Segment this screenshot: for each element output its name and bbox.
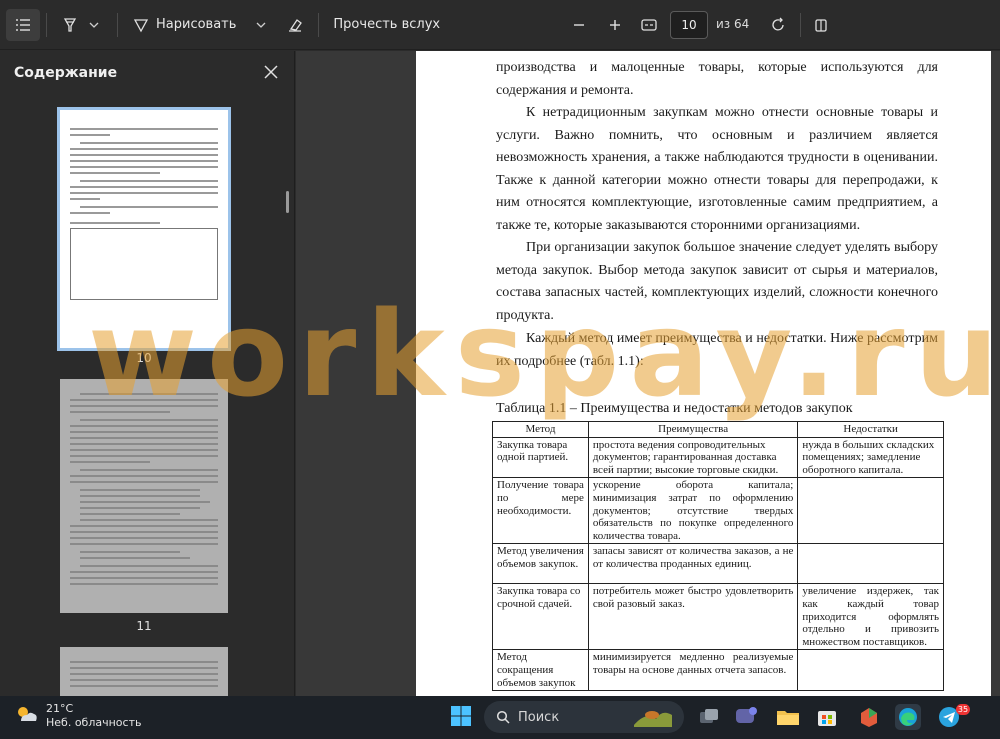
separator: [117, 12, 118, 37]
chevron-down-icon[interactable]: [85, 16, 103, 34]
table-cell: Метод увеличения объемов закупок.: [492, 543, 589, 585]
plus-icon: [606, 16, 624, 34]
draw-button[interactable]: Нарисовать: [124, 9, 278, 41]
task-view-icon: [700, 709, 718, 723]
table-cell: минимизируется медленно реализуемые това…: [587, 649, 799, 692]
list-icon: [14, 16, 32, 34]
table-cell: [797, 543, 944, 585]
store-button[interactable]: [814, 704, 840, 730]
table-header-cell: Недостатки: [797, 421, 944, 438]
table-row: Закупка товара со срочной сдачей. потреб…: [492, 583, 944, 651]
page-thumbnail-10[interactable]: [57, 107, 231, 351]
file-explorer-button[interactable]: [775, 704, 801, 730]
page-thumbnail-12[interactable]: [60, 647, 228, 696]
minus-icon: [570, 16, 588, 34]
table-cell: простота ведения сопроводительных докуме…: [587, 436, 799, 479]
paragraph: производства и малоценные товары, которы…: [496, 60, 938, 98]
table-cell: Метод сокращения объемов закупок: [492, 649, 589, 692]
document-page: производства и малоценные товары, которы…: [416, 51, 991, 696]
table-row: Метод увеличения объемов закупок. запасы…: [492, 543, 944, 585]
page-thumbnail-label: 11: [136, 619, 152, 633]
table-cell: ускорение оборота капитала; минимизация …: [587, 477, 799, 545]
highlighter-icon: [61, 16, 79, 34]
draw-label: Нарисовать: [156, 17, 237, 32]
office-icon: [861, 708, 877, 727]
rotate-icon: [770, 16, 788, 34]
table-caption: Таблица 1.1 – Преимущества и недостатки …: [496, 401, 853, 416]
table-header-row: Метод Преимущества Недостатки: [492, 421, 944, 438]
fit-page-button[interactable]: [632, 9, 666, 41]
highlight-button[interactable]: [53, 9, 111, 41]
edge-browser-button[interactable]: [895, 704, 921, 730]
table-row: Закупка товара одной партией. простота в…: [492, 436, 944, 479]
start-button[interactable]: [449, 704, 475, 730]
rotate-button[interactable]: [762, 9, 796, 41]
toolbar: Нарисовать Прочесть вслух 10 из 64: [0, 0, 1000, 50]
taskbar-search[interactable]: Поиск: [484, 701, 684, 733]
zoom-in-button[interactable]: [598, 9, 632, 41]
contents-sidebar: Содержание 10 11: [0, 51, 295, 696]
read-aloud-button[interactable]: Прочесть вслух: [325, 9, 448, 41]
separator: [800, 13, 801, 37]
separator: [318, 12, 320, 37]
chat-icon: [736, 707, 757, 723]
edge-icon: [899, 708, 917, 726]
paragraph: К нетрадиционным закупкам можно отнести …: [496, 105, 938, 233]
weather-icon: [14, 703, 38, 729]
page-count: из 64: [716, 17, 750, 31]
page-thumbnail-label: 10: [136, 351, 152, 365]
page-thumbnail-11[interactable]: [60, 379, 228, 613]
methods-table: Метод Преимущества Недостатки Закупка то…: [492, 421, 944, 692]
table-cell: [797, 477, 944, 545]
table-cell: нужда в больших складских помещениях; за…: [797, 436, 944, 479]
search-highlight-icon: [632, 705, 674, 733]
chat-app-button[interactable]: [733, 704, 759, 730]
table-cell: Получение товара по мере необходимости.: [492, 477, 589, 545]
weather-description: Неб. облачность: [46, 716, 142, 729]
office-app-button[interactable]: [856, 704, 882, 730]
table-cell: [797, 649, 944, 692]
search-icon: [496, 710, 510, 724]
eraser-button[interactable]: [278, 9, 312, 41]
table-row: Метод сокращения объемов закупок минимиз…: [492, 649, 944, 692]
task-view-button[interactable]: [696, 704, 722, 730]
store-icon: [818, 711, 836, 726]
page-view-icon: [812, 16, 830, 34]
contents-toggle-button[interactable]: [6, 8, 40, 41]
table-header-cell: Преимущества: [587, 421, 799, 438]
search-label: Поиск: [518, 709, 560, 725]
sidebar-scrollbar[interactable]: [286, 191, 289, 213]
page-number-input-wrap: 10: [670, 11, 708, 39]
separator: [46, 12, 47, 37]
document-viewport: производства и малоценные товары, которы…: [296, 51, 1000, 696]
notification-badge: 35: [956, 704, 970, 715]
chevron-down-icon[interactable]: [252, 16, 270, 34]
eraser-icon: [286, 16, 304, 34]
sidebar-title: Содержание: [14, 65, 118, 81]
temperature: 21°C: [46, 702, 74, 715]
table-header-cell: Метод: [492, 421, 589, 438]
folder-icon: [777, 711, 799, 725]
taskbar: 21°C Неб. облачность Поиск: [0, 696, 1000, 739]
table-cell: Закупка товара со срочной сдачей.: [492, 583, 589, 651]
read-aloud-label: Прочесть вслух: [333, 17, 441, 32]
table-cell: запасы зависят от количества заказов, а …: [587, 543, 799, 585]
close-sidebar-button[interactable]: [262, 63, 280, 81]
page-view-button[interactable]: [804, 9, 838, 41]
weather-widget[interactable]: 21°C Неб. облачность: [14, 702, 141, 730]
pen-icon: [132, 16, 150, 34]
table-cell: потребитель может быстро удовлетворить с…: [587, 583, 799, 651]
paragraph: Каждый метод имеет преимущества и недост…: [496, 331, 938, 369]
table-cell: увеличение издержек, так как каждый това…: [797, 583, 944, 651]
fit-width-icon: [640, 16, 658, 34]
windows-icon: [451, 706, 471, 726]
zoom-out-button[interactable]: [562, 9, 596, 41]
paragraph: При организации закупок большое значение…: [496, 240, 938, 323]
table-row: Получение товара по мере необходимости. …: [492, 477, 944, 545]
close-icon: [264, 65, 278, 79]
table-cell: Закупка товара одной партией.: [492, 436, 589, 479]
page-number-input[interactable]: 10: [670, 11, 708, 39]
